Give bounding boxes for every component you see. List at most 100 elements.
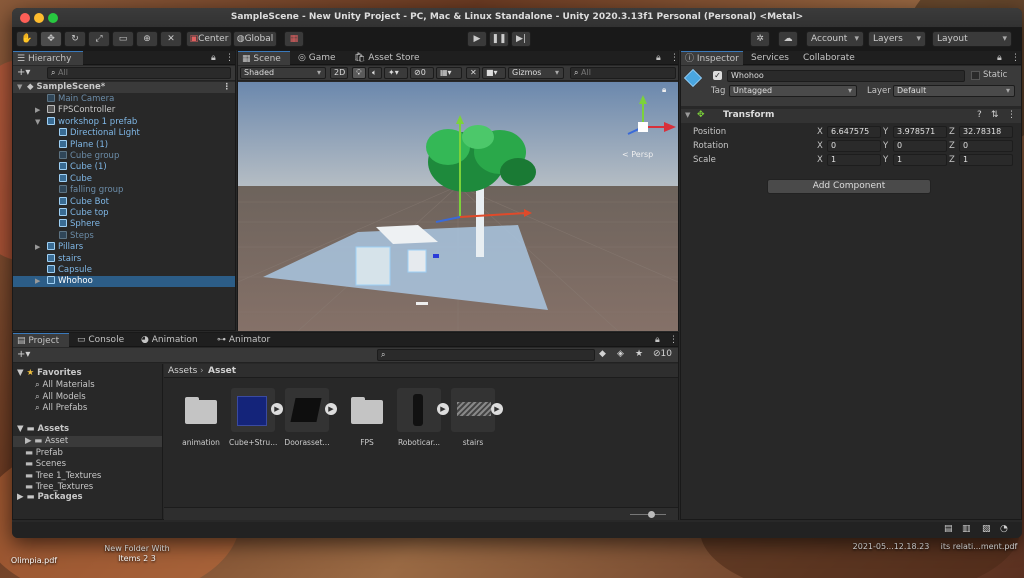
lock-icon[interactable]: 🔒︎ — [207, 51, 220, 65]
tag-dropdown[interactable]: Untagged — [729, 85, 857, 97]
rotation-y-axis-label[interactable]: Y — [883, 141, 888, 151]
help-icon[interactable]: ? — [977, 110, 982, 120]
cloud-icon[interactable]: ☁ — [778, 31, 798, 47]
scale-y-axis-label[interactable]: Y — [883, 155, 888, 165]
tab-inspector[interactable]: ⓘ Inspector — [681, 51, 743, 65]
persp-label[interactable]: < Persp — [622, 150, 653, 159]
rotation-z-field[interactable]: 0 — [959, 140, 1013, 152]
project-search-input[interactable]: ⌕ — [377, 349, 595, 361]
tab-animation[interactable]: ◕ Animation — [137, 333, 202, 347]
hierarchy-item[interactable]: Sphere — [13, 219, 235, 230]
expand-arrow-icon[interactable]: ▶ — [35, 105, 40, 116]
gizmos-dropdown[interactable]: Gizmos — [508, 67, 564, 79]
tab-console[interactable]: ▭ Console — [73, 333, 128, 347]
hierarchy-item[interactable]: falling group — [13, 185, 235, 196]
favorites-node[interactable]: ▼ ★ Favorites — [17, 368, 82, 379]
move-tool-icon[interactable]: ✥ — [40, 31, 62, 47]
rotation-x-field[interactable]: 0 — [827, 140, 881, 152]
favorite-item[interactable]: ⌕ All Models — [35, 392, 86, 403]
asset-item[interactable]: animation — [177, 388, 225, 447]
hierarchy-item[interactable]: Capsule — [13, 265, 235, 276]
asset-item[interactable]: ▶ Cube+Stru... — [229, 388, 283, 447]
asset-folder-item[interactable]: ▶ ▬ Asset — [13, 436, 162, 447]
scale-tool-icon[interactable]: ⤢ — [88, 31, 110, 47]
layers-dropdown[interactable]: Layers — [868, 31, 926, 47]
inspector-menu-icon[interactable]: ⋮ — [1007, 51, 1022, 65]
tab-hierarchy[interactable]: ☰ Hierarchy — [13, 51, 83, 65]
grid-toggle-icon[interactable]: ▦▾ — [436, 67, 462, 79]
hierarchy-item[interactable]: Plane (1) — [13, 139, 235, 151]
filter-label-icon[interactable]: ◈ — [617, 349, 624, 359]
object-name-input[interactable]: Whohoo — [727, 70, 965, 82]
layout-dropdown[interactable]: Layout — [932, 31, 1012, 47]
custom-tool-icon[interactable]: ✕ — [160, 31, 182, 47]
scene-lock-icon[interactable]: 🔒︎ — [652, 51, 665, 65]
rotation-x-axis-label[interactable]: X — [817, 141, 823, 151]
favorite-item[interactable]: ⌕ All Prefabs — [35, 403, 87, 414]
play-button[interactable]: ▶ — [467, 31, 487, 47]
hierarchy-item[interactable]: ▶ FPSController — [13, 105, 235, 116]
pause-button[interactable]: ❚❚ — [489, 31, 509, 47]
pivot-center-toggle[interactable]: ▣Center — [186, 31, 232, 47]
transform-header[interactable]: ▼ ✥ Transform ? ⇅ ⋮ — [681, 109, 1021, 123]
position-y-field[interactable]: 3.978571 — [893, 126, 947, 138]
hierarchy-item[interactable]: Cube — [13, 173, 235, 185]
filter-type-icon[interactable]: ◆ — [599, 349, 606, 359]
desktop-folder-label[interactable]: New Folder With Items 2 3 — [92, 544, 182, 564]
collapse-arrow-icon[interactable]: ▼ — [685, 111, 690, 119]
hierarchy-item[interactable]: Steps — [13, 230, 235, 242]
expand-arrow-icon[interactable]: ▶ — [35, 276, 40, 287]
lighting-toggle-icon[interactable]: 💡︎ — [352, 67, 366, 79]
asset-item[interactable]: ▶ Roboticar... — [395, 388, 449, 447]
position-y-axis-label[interactable]: Y — [883, 127, 888, 137]
desktop-file-label[interactable]: 2021-05...12.18.23 — [846, 542, 936, 552]
expand-prefab-icon[interactable]: ▶ — [325, 403, 337, 415]
layer-dropdown[interactable]: Default — [893, 85, 1015, 97]
breadcrumb-current[interactable]: Asset — [208, 366, 236, 376]
asset-item[interactable]: ▶ Doorasset... — [283, 388, 337, 447]
presets-icon[interactable]: ⇅ — [991, 110, 999, 120]
position-z-axis-label[interactable]: Z — [949, 127, 955, 137]
scale-z-field[interactable]: 1 — [959, 154, 1013, 166]
collab-icon[interactable]: ✲ — [750, 31, 770, 47]
scene-search-input[interactable]: ⌕ All — [570, 67, 676, 79]
effects-toggle-icon[interactable]: ✦▾ — [384, 67, 408, 79]
tab-services[interactable]: Services — [747, 51, 793, 65]
expand-arrow-icon[interactable]: ▶ — [35, 242, 40, 253]
project-lock-icon[interactable]: 🔒︎ — [651, 333, 664, 347]
zoom-slider-thumb[interactable] — [648, 511, 655, 518]
auto-generate-lighting-icon[interactable]: ▤ — [944, 524, 953, 534]
tab-animator[interactable]: ⊶ Animator — [213, 333, 274, 347]
scale-x-field[interactable]: 1 — [827, 154, 881, 166]
tab-project[interactable]: ▤ Project — [13, 333, 69, 347]
tools-icon[interactable]: ✕ — [466, 67, 480, 79]
position-z-field[interactable]: 32.78318 — [959, 126, 1013, 138]
create-asset-button[interactable]: +▾ — [17, 349, 30, 360]
project-menu-icon[interactable]: ⋮ — [665, 333, 682, 347]
bake-icon[interactable]: ▥ — [962, 524, 971, 534]
active-checkbox[interactable]: ✓ — [713, 71, 722, 80]
hierarchy-item[interactable]: ▶ Pillars — [13, 242, 235, 253]
lock-view-icon[interactable]: 🔒︎ — [662, 85, 666, 94]
step-button[interactable]: ▶| — [511, 31, 531, 47]
assets-node[interactable]: ▼ ▬ Assets — [17, 424, 69, 435]
breadcrumb-root[interactable]: Assets — [168, 366, 197, 376]
add-component-button[interactable]: Add Component — [767, 179, 931, 194]
packages-node[interactable]: ▶ ▬ Packages — [17, 492, 83, 503]
hierarchy-item[interactable]: ▼ workshop 1 prefab — [13, 116, 235, 128]
hidden-packages-toggle[interactable]: ⊘10 — [653, 349, 672, 359]
expand-prefab-icon[interactable]: ▶ — [491, 403, 503, 415]
favorite-star-icon[interactable]: ★ — [635, 349, 643, 359]
tab-asset-store[interactable]: 🛍︎ Asset Store — [350, 51, 424, 65]
kebab-menu-icon[interactable]: ⋮ — [221, 51, 238, 65]
expand-arrow-icon[interactable]: ▼ — [17, 82, 22, 93]
add-object-button[interactable]: +▾ — [17, 67, 30, 78]
scene-root-row[interactable]: ▼ ◆ SampleScene* ⋮ — [13, 82, 235, 93]
position-x-axis-label[interactable]: X — [817, 127, 823, 137]
audio-toggle-icon[interactable]: 🔈︎ — [368, 67, 382, 79]
expand-prefab-icon[interactable]: ▶ — [437, 403, 449, 415]
scale-z-axis-label[interactable]: Z — [949, 155, 955, 165]
asset-item[interactable]: ▶ stairs — [449, 388, 503, 447]
transform-tool-icon[interactable]: ⊕ — [136, 31, 158, 47]
hierarchy-item[interactable]: Main Camera — [13, 94, 235, 105]
